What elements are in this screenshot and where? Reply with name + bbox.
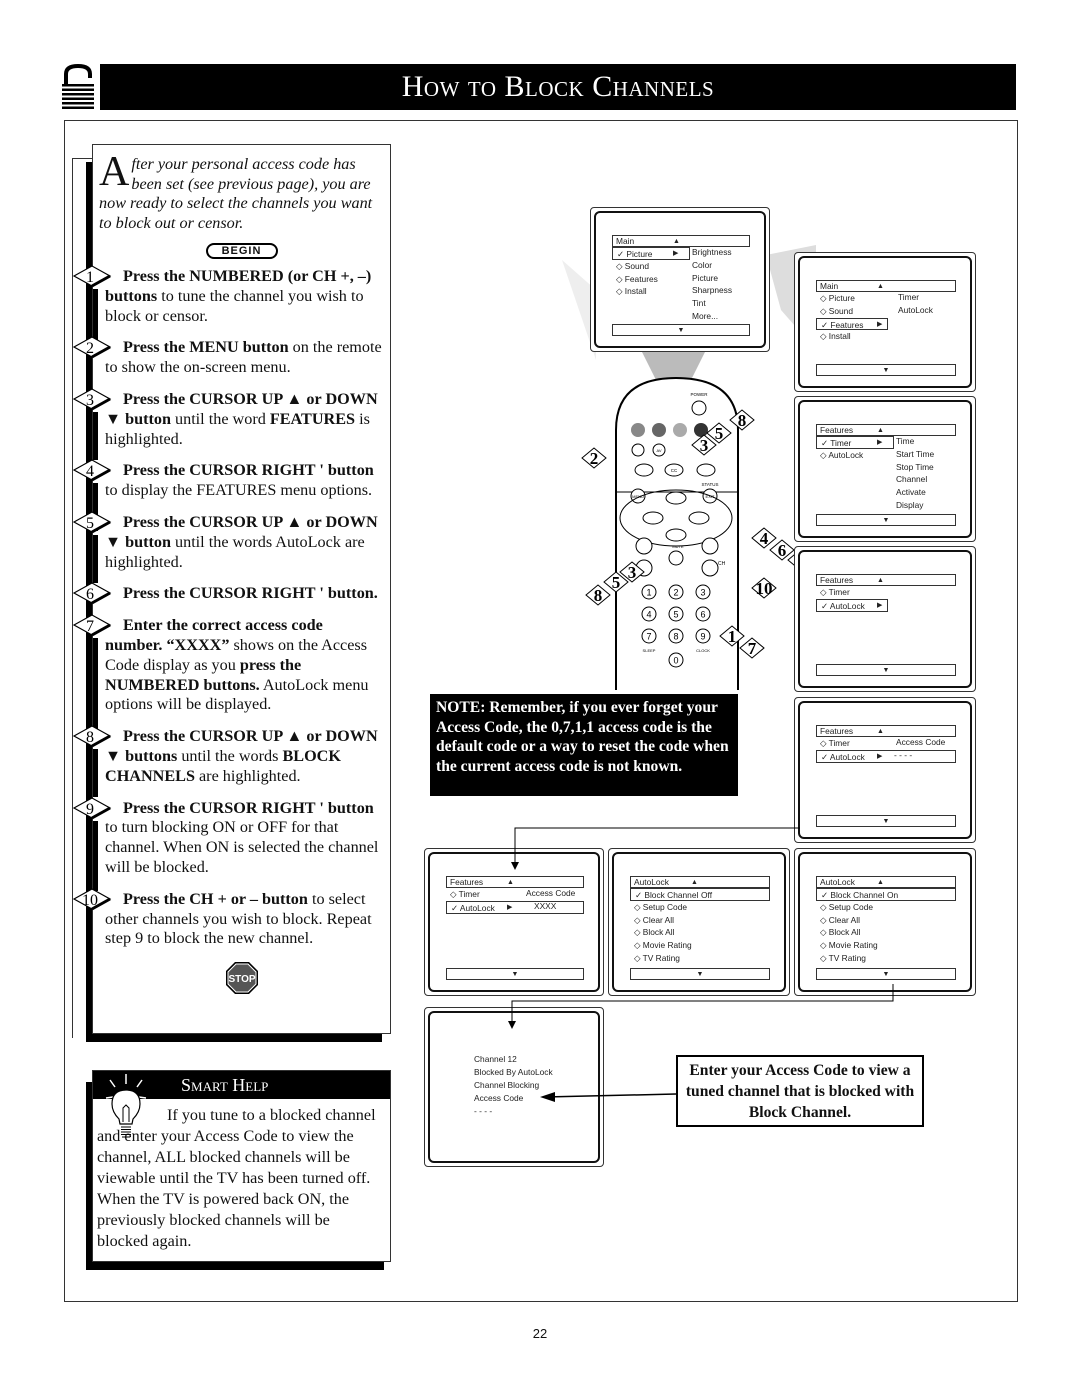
note-box: NOTE: Remember, if you ever forget your … xyxy=(430,694,738,796)
connector-s8-s9 xyxy=(511,984,894,1025)
page-number: 22 xyxy=(532,1326,548,1341)
connector-s5-s6 xyxy=(514,827,800,866)
callout-box: Enter your Access Code to view a tuned c… xyxy=(676,1055,924,1127)
callout-arrow xyxy=(544,1093,677,1098)
